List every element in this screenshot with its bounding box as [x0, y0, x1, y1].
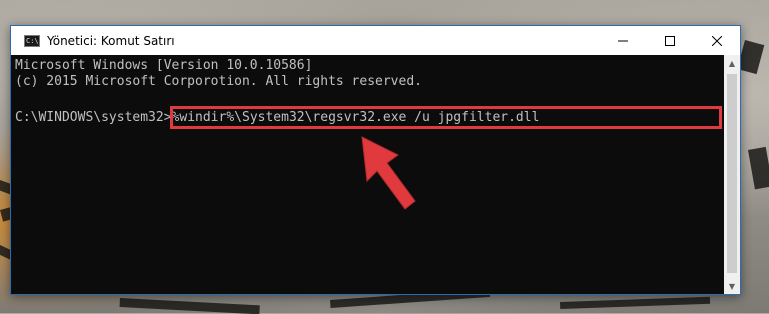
console-prompt: C:\WINDOWS\system32> [15, 110, 172, 125]
maximize-icon [665, 35, 675, 46]
background-stripe [748, 146, 769, 190]
background-stripe [560, 296, 711, 309]
close-button[interactable] [694, 26, 740, 55]
chevron-up-icon: ▲ [728, 58, 736, 68]
background-stripe [737, 40, 765, 75]
console-line: Microsoft Windows [Version 10.0.10586] [15, 58, 313, 73]
console-line: (c) 2015 Microsoft Corporotion. All righ… [15, 74, 422, 89]
vertical-scrollbar[interactable]: ▲ ▼ [724, 55, 740, 294]
title-bar[interactable]: C:\ Yönetici: Komut Satırı [11, 26, 740, 55]
minimize-button[interactable] [600, 26, 646, 55]
scroll-up-button[interactable]: ▲ [724, 55, 740, 71]
scroll-thumb[interactable] [727, 74, 737, 273]
command-highlight-box [170, 106, 722, 129]
maximize-button[interactable] [647, 26, 693, 55]
pointer-arrow-icon [361, 136, 416, 210]
chevron-down-icon: ▼ [728, 281, 736, 291]
background-stripe [119, 298, 260, 314]
window-title: Yönetici: Komut Satırı [47, 33, 175, 48]
close-icon [712, 35, 722, 46]
minimize-icon [618, 40, 628, 41]
cmd-app-icon: C:\ [24, 34, 40, 47]
scroll-down-button[interactable]: ▼ [724, 278, 740, 294]
